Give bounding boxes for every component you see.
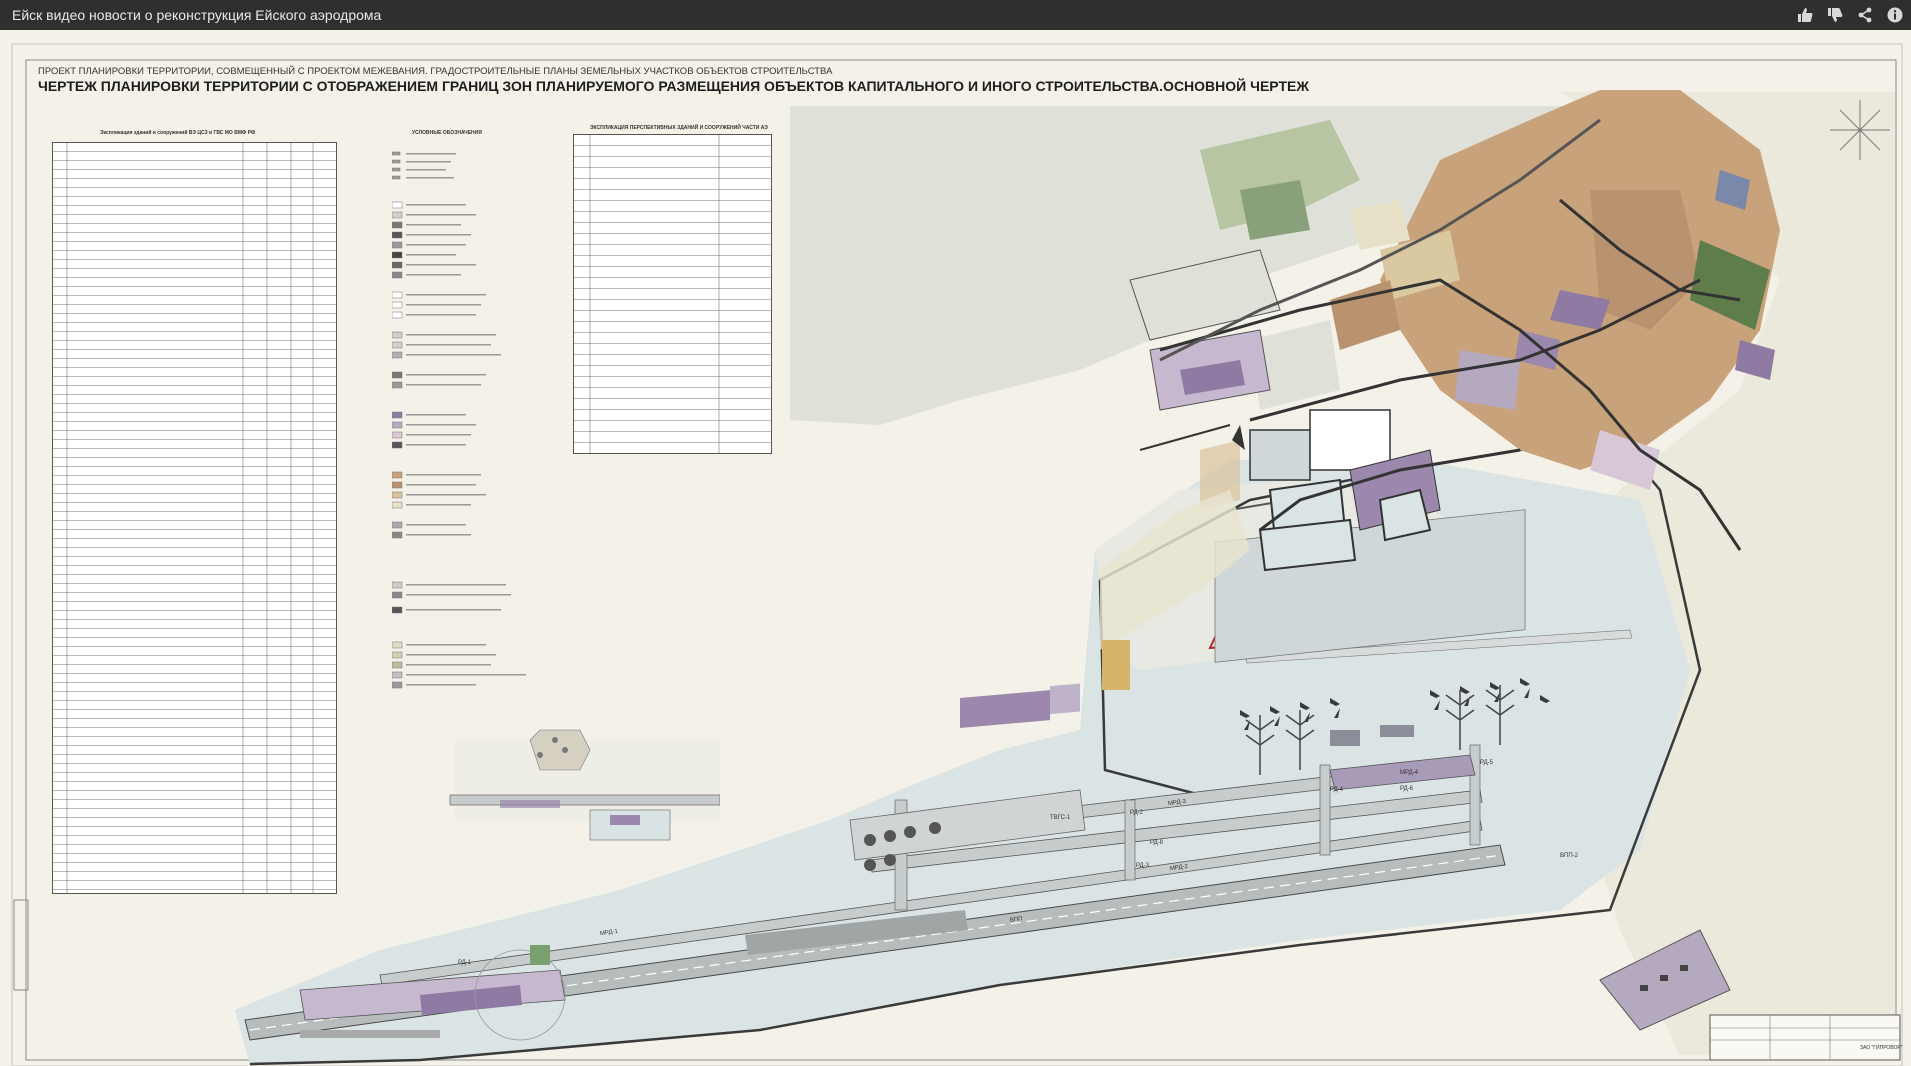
perspective-buildings-table bbox=[573, 134, 772, 454]
perspective-table-grid bbox=[574, 135, 771, 453]
label-rd4: РД-4 bbox=[1330, 787, 1343, 793]
label-mrd4: МРД-4 bbox=[1400, 770, 1418, 776]
label-rd8: РД-8 bbox=[1150, 840, 1163, 846]
buildings-table-grid bbox=[53, 143, 336, 893]
table1-title: Экспликация зданий и сооружений ВЭ ЦСЗ и… bbox=[100, 130, 256, 136]
like-button[interactable] bbox=[1795, 5, 1815, 25]
label-vpp2: ВПП-2 bbox=[1560, 853, 1578, 859]
inset-plan-drawing bbox=[449, 729, 720, 841]
drawing-title: ЧЕРТЕЖ ПЛАНИРОВКИ ТЕРРИТОРИИ С ОТОБРАЖЕН… bbox=[38, 78, 1309, 94]
label-rd2: РД-2 bbox=[1130, 810, 1143, 816]
label-rd6: РД-6 bbox=[1400, 786, 1413, 792]
share-icon bbox=[1858, 7, 1872, 23]
legend-swatches bbox=[392, 151, 526, 689]
legend-panel bbox=[392, 142, 552, 702]
share-button[interactable] bbox=[1855, 5, 1875, 25]
buildings-table bbox=[52, 142, 337, 894]
label-tvgs: ТВГС-1 bbox=[1050, 815, 1071, 821]
inset-plan bbox=[380, 710, 720, 860]
info-icon bbox=[1887, 7, 1903, 23]
drawing-subtitle: ПРОЕКТ ПЛАНИРОВКИ ТЕРРИТОРИИ, СОВМЕЩЕННЫ… bbox=[38, 66, 833, 77]
label-rd5: РД-5 bbox=[1480, 760, 1493, 766]
label-rd1: РД-1 bbox=[458, 960, 471, 966]
label-rd3: РД-3 bbox=[1136, 863, 1149, 869]
legend-title: УСЛОВНЫЕ ОБОЗНАЧЕНИЯ bbox=[412, 130, 482, 136]
toolbar-actions bbox=[1795, 5, 1905, 25]
title-block bbox=[1709, 1014, 1901, 1061]
dislike-button[interactable] bbox=[1825, 5, 1845, 25]
label-company: ЗАО "ГИПРОВОР" bbox=[1860, 1045, 1903, 1051]
table2-title: ЭКСПЛИКАЦИЯ ПЕРСПЕКТИВНЫХ ЗДАНИЙ И СООРУ… bbox=[590, 125, 768, 131]
video-frame[interactable]: ПРОЕКТ ПЛАНИРОВКИ ТЕРРИТОРИИ, СОВМЕЩЕННЫ… bbox=[0, 30, 1911, 1066]
title-bar: Ейск видео новости о реконструкция Ейско… bbox=[0, 0, 1911, 30]
video-title: Ейск видео новости о реконструкция Ейско… bbox=[12, 7, 382, 23]
thumbs-up-icon bbox=[1798, 8, 1813, 22]
info-button[interactable] bbox=[1885, 5, 1905, 25]
thumbs-down-icon bbox=[1828, 8, 1843, 22]
